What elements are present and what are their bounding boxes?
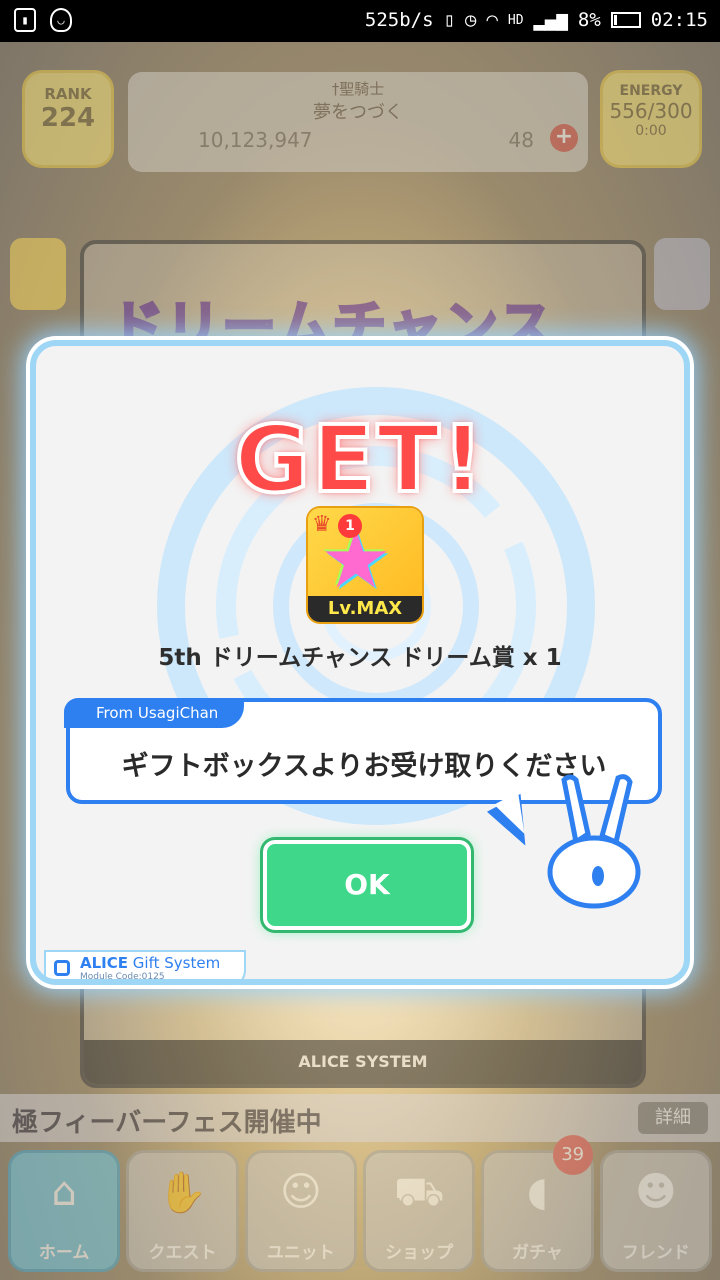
reward-item-icon: ★ ♛ 1 Lv.MAX: [308, 508, 422, 622]
nav-shop[interactable]: ⛟ ショップ: [362, 1150, 476, 1272]
rank-label: RANK: [44, 85, 92, 103]
status-bar: ▮ ◡ 525b/s ▯ ◷ ◠ HD ▂▄▆ 8% 02:15: [0, 0, 720, 42]
from-label: From UsagiChan: [64, 698, 245, 728]
reward-item-name: 5th ドリームチャンス ドリーム賞 x 1: [158, 645, 562, 671]
nav-label: ホーム: [38, 1243, 90, 1263]
signal-icon: ▂▄▆: [533, 9, 568, 31]
alarm-icon: ◷: [465, 9, 477, 31]
crown-icon: ♛: [312, 512, 332, 537]
nav-label: クエスト: [148, 1243, 217, 1263]
rank-value: 224: [40, 103, 96, 133]
wifi-icon: ◠: [486, 9, 498, 31]
energy-badge: ENERGY 556/300 0:00: [600, 70, 702, 168]
battery-percent: 8%: [577, 9, 601, 31]
nav-label: ユニット: [266, 1243, 335, 1263]
nav-home[interactable]: ⌂ ホーム: [8, 1150, 121, 1272]
module-code: Module Code:0125: [80, 972, 165, 982]
nav-friend[interactable]: ☻ フレンド: [599, 1150, 712, 1272]
nav-label: ショップ: [385, 1243, 454, 1263]
energy-label: ENERGY: [619, 83, 683, 99]
nav-unit[interactable]: ☺ ユニット: [244, 1150, 357, 1272]
handshake-icon: ✋: [157, 1170, 208, 1216]
rank-badge: RANK 224: [22, 70, 114, 168]
bottom-nav: ⌂ ホーム ✋ クエスト ☺ ユニット ⛟ ショップ ◖ ガチャ 39 ☻ フレ…: [8, 1135, 712, 1272]
news-bar[interactable]: 極フィーバーフェス開催中 詳細: [0, 1094, 720, 1142]
energy-timer: 0:00: [635, 123, 667, 139]
ok-button[interactable]: OK: [263, 840, 471, 930]
cart-icon: ⛟: [393, 1169, 445, 1215]
egg-icon: ◖: [526, 1169, 549, 1215]
news-text: 極フィーバーフェス開催中: [12, 1108, 322, 1138]
friends-icon: ☻: [634, 1169, 677, 1215]
clock: 02:15: [650, 9, 708, 31]
player-title: †聖騎士: [331, 80, 385, 98]
gem-count: 48: [508, 128, 534, 152]
bunny-icon: ☺: [279, 1169, 322, 1215]
bunny-mascot-icon: [547, 774, 641, 909]
player-info: †聖騎士 夢をつづく 10,123,947 48 +: [128, 72, 588, 172]
nav-label: ガチャ: [512, 1243, 563, 1263]
gacha-count-badge: 39: [552, 1135, 593, 1175]
add-gems-button[interactable]: +: [550, 124, 578, 152]
nav-label: フレンド: [621, 1243, 690, 1263]
nav-quest[interactable]: ✋ クエスト: [126, 1150, 239, 1272]
side-menu-left[interactable]: [10, 238, 66, 310]
coin-count: 10,123,947: [198, 128, 313, 152]
gift-dialog-body: GET! ★ ♛ 1 Lv.MAX 5th ドリームチャンス ドリーム賞 x 1…: [30, 340, 690, 985]
gift-system-label: ALICE Gift System Module Code:0125: [44, 950, 246, 982]
side-menu-right[interactable]: [654, 238, 710, 310]
network-speed: 525b/s: [364, 9, 434, 31]
item-level-label: Lv.MAX: [308, 596, 422, 622]
news-more-button[interactable]: 詳細: [638, 1102, 708, 1134]
hd-label: HD: [507, 12, 524, 28]
checkbox-icon: [54, 960, 70, 976]
gift-system-title: ALICE Gift System: [80, 954, 220, 972]
alice-system-footer: ALICE SYSTEM: [84, 1040, 642, 1084]
vibrate-icon: ▯: [443, 9, 456, 31]
item-count-badge: 1: [338, 514, 362, 538]
gift-system-brand: ALICE: [80, 954, 129, 972]
get-title: GET!: [232, 404, 486, 515]
shield-icon: ◡: [50, 8, 72, 32]
battery-saver-icon: ▮: [14, 8, 36, 32]
gift-dialog: GET! ★ ♛ 1 Lv.MAX 5th ドリームチャンス ドリーム賞 x 1…: [30, 340, 690, 985]
player-name: 夢をつづく: [313, 102, 403, 123]
nav-gacha[interactable]: ◖ ガチャ 39: [481, 1135, 594, 1272]
gift-system-suffix: Gift System: [128, 954, 221, 972]
energy-value: 556/300: [609, 99, 693, 123]
home-icon: ⌂: [51, 1169, 77, 1215]
battery-icon: [610, 12, 641, 28]
